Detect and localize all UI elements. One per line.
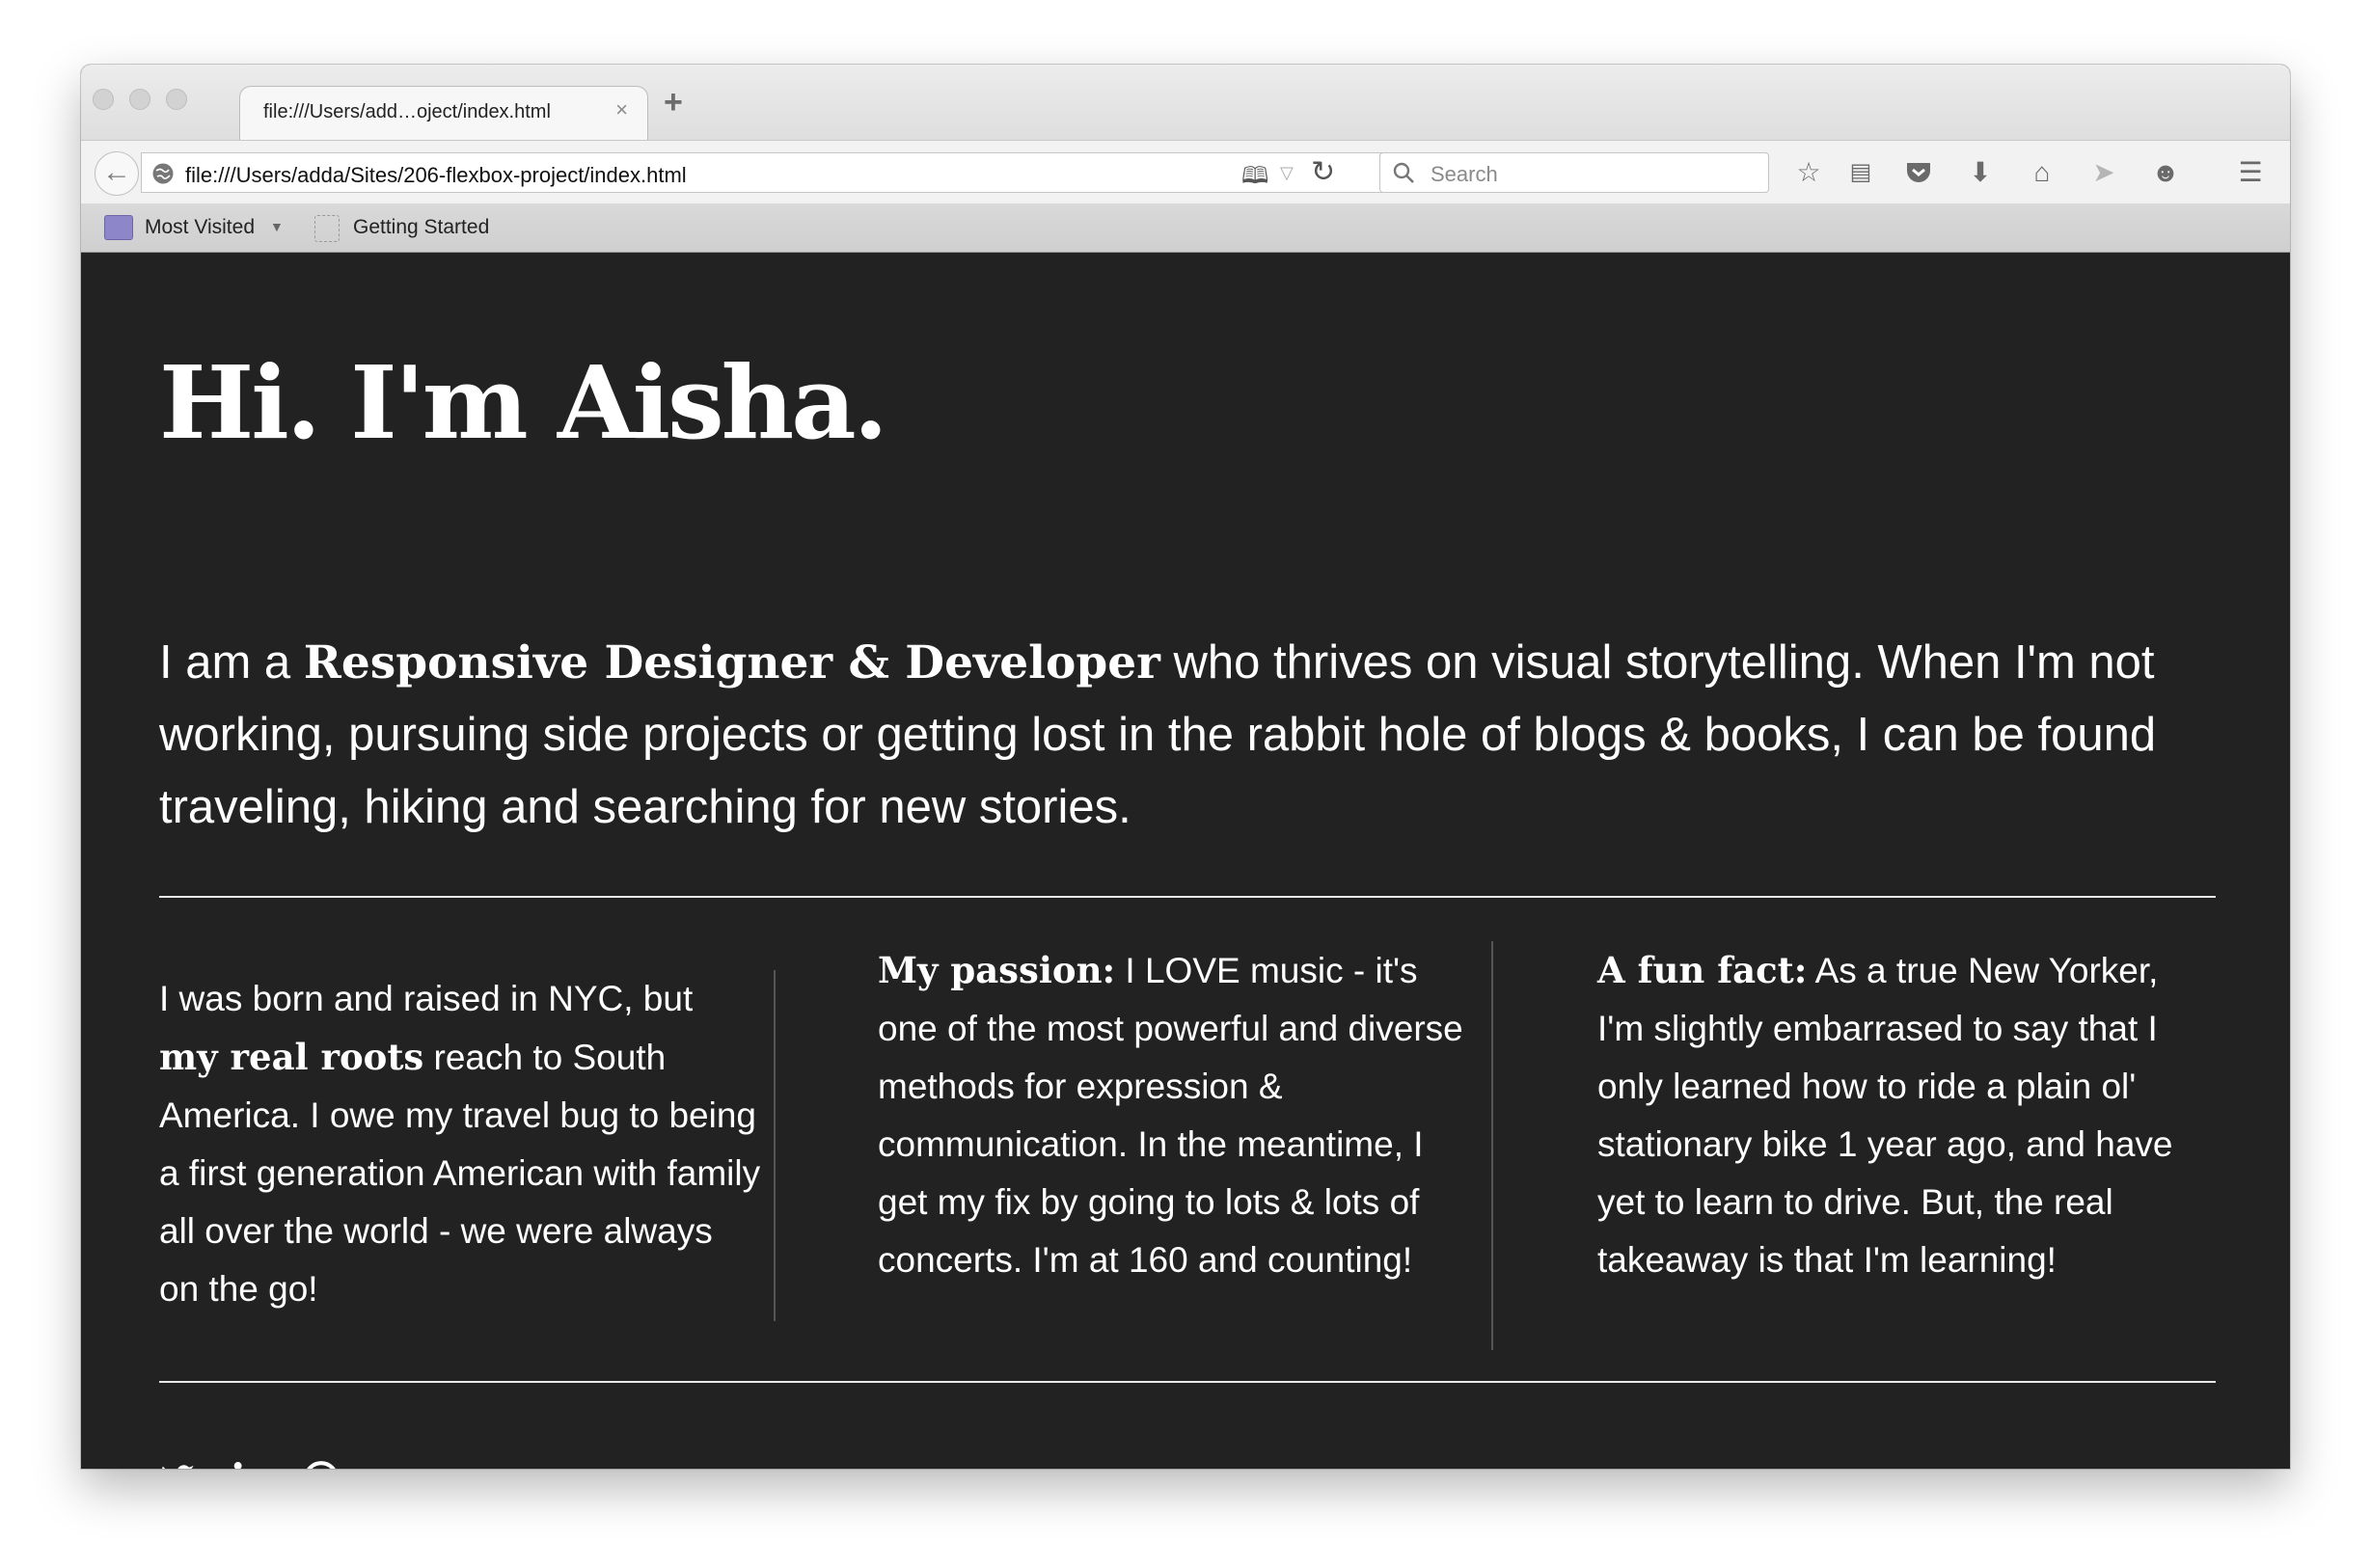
column-emphasis: A fun fact:: [1597, 949, 1808, 991]
zoom-window-button[interactable]: [166, 89, 187, 110]
caret-down-icon[interactable]: ▼: [270, 219, 284, 234]
tab-index[interactable]: file:///Users/add…oject/index.html ×: [239, 86, 648, 142]
search-input[interactable]: [1429, 161, 1751, 188]
navigation-toolbar: file:///Users/adda/Sites/206-flexbox-pro…: [81, 140, 2290, 204]
search-icon: [1393, 162, 1414, 183]
pocket-icon[interactable]: [1902, 156, 1935, 189]
intro-paragraph: I am a Responsive Designer & Developer w…: [159, 627, 2223, 844]
chevron-down-icon[interactable]: ▽: [1280, 163, 1294, 183]
arrow-left-icon: ←: [102, 156, 131, 188]
menu-icon[interactable]: ☰: [2234, 156, 2267, 189]
folder-icon: [104, 215, 133, 240]
close-window-button[interactable]: [93, 89, 114, 110]
url-text[interactable]: file:///Users/adda/Sites/206-flexbox-pro…: [185, 163, 687, 188]
back-button[interactable]: ←: [95, 151, 139, 196]
tab-bar: file:///Users/add…oject/index.html × +: [81, 65, 2290, 142]
intro-text: I am a: [159, 636, 304, 689]
bookmarks-bar: Most Visited ▼ Getting Started: [81, 203, 2290, 253]
reading-list-icon[interactable]: ▤: [1844, 156, 1877, 189]
column-emphasis: My passion:: [878, 949, 1116, 991]
browser-window: file:///Users/add…oject/index.html × + f…: [81, 65, 2290, 1469]
column-fun-fact: A fun fact: As a true New Yorker, I'm sl…: [1597, 941, 2195, 1289]
bookmark-getting-started[interactable]: Getting Started: [353, 216, 489, 239]
column-text: I was born and raised in NYC, but: [159, 979, 694, 1018]
column-passion: My passion: I LOVE music - it's one of t…: [878, 941, 1476, 1289]
globe-icon: [152, 163, 174, 184]
column-divider: [774, 970, 776, 1321]
column-text: As a true New Yorker, I'm slightly embar…: [1597, 951, 2173, 1280]
reader-view-icon[interactable]: 🕮: [1241, 159, 1268, 199]
hello-icon[interactable]: ☻: [2149, 156, 2182, 189]
home-icon[interactable]: ⌂: [2026, 156, 2058, 189]
tab-close-icon[interactable]: ×: [615, 97, 628, 122]
reload-icon[interactable]: ↻: [1311, 155, 1335, 189]
divider-top: [159, 896, 2216, 898]
pinterest-icon[interactable]: [303, 1460, 340, 1469]
download-icon[interactable]: ⬇: [1964, 156, 1997, 189]
page-icon: [314, 215, 340, 242]
linkedin-icon[interactable]: [232, 1460, 268, 1469]
bookmark-most-visited[interactable]: Most Visited: [145, 216, 255, 239]
column-text: I LOVE music - it's one of the most powe…: [878, 951, 1463, 1280]
url-bar[interactable]: file:///Users/adda/Sites/206-flexbox-pro…: [141, 152, 1443, 193]
twitter-icon[interactable]: [159, 1460, 196, 1469]
share-icon[interactable]: ➤: [2087, 156, 2120, 189]
intro-emphasis: Responsive Designer & Developer: [303, 636, 1160, 689]
column-emphasis: my real roots: [159, 1036, 424, 1078]
minimize-window-button[interactable]: [129, 89, 150, 110]
page-title: Hi. I'm Aisha.: [159, 343, 888, 462]
star-icon[interactable]: ☆: [1792, 156, 1825, 189]
new-tab-button[interactable]: +: [664, 84, 683, 122]
divider-bottom: [159, 1381, 2216, 1383]
column-text: reach to South America. I owe my travel …: [159, 1038, 761, 1309]
search-box[interactable]: [1379, 152, 1769, 193]
page-content: Hi. I'm Aisha. I am a Responsive Designe…: [81, 253, 2290, 1469]
column-divider: [1491, 941, 1493, 1350]
column-roots: I was born and raised in NYC, but my rea…: [159, 970, 761, 1318]
tab-title: file:///Users/add…oject/index.html: [263, 101, 551, 122]
